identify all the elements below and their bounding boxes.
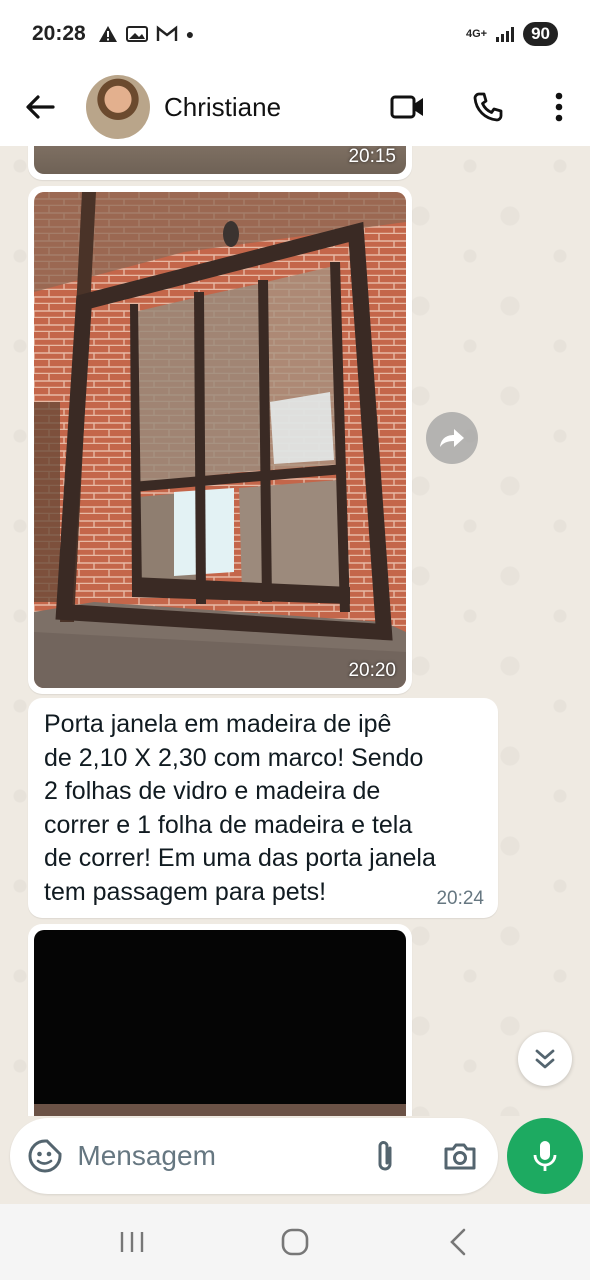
system-icons: 4G+ 90 bbox=[466, 22, 558, 46]
dot-icon: ● bbox=[185, 26, 195, 42]
image-thumbnail[interactable]: 20:15 bbox=[34, 146, 406, 174]
scroll-to-bottom-button[interactable] bbox=[518, 1032, 572, 1086]
gmail-icon bbox=[156, 25, 177, 41]
status-time: 20:28 bbox=[32, 22, 86, 45]
forward-icon bbox=[440, 429, 464, 447]
message-text: Porta janela em madeira de ipê de 2,10 X… bbox=[44, 710, 436, 906]
double-chevron-down-icon bbox=[535, 1049, 555, 1069]
camera-icon bbox=[444, 1143, 476, 1170]
more-options-button[interactable] bbox=[528, 68, 590, 146]
status-bar: 20:28 ● 4G+ 90 bbox=[0, 0, 590, 68]
door-image bbox=[34, 192, 406, 688]
recent-apps-icon bbox=[120, 1232, 143, 1252]
message-input-bar bbox=[10, 1118, 498, 1194]
video-camera-icon bbox=[390, 95, 423, 119]
photo-icon bbox=[125, 26, 148, 42]
image-message-next[interactable] bbox=[28, 924, 412, 1116]
text-message[interactable]: Porta janela em madeira de ipê de 2,10 X… bbox=[28, 698, 498, 918]
image-thumbnail[interactable] bbox=[34, 930, 406, 1116]
paperclip-icon bbox=[378, 1141, 392, 1171]
network-label: 4G+ bbox=[465, 27, 488, 40]
image-message-previous[interactable]: 20:15 bbox=[28, 146, 412, 180]
system-navigation-bar bbox=[0, 1204, 590, 1280]
header-actions bbox=[368, 68, 590, 146]
voice-message-button[interactable] bbox=[507, 1118, 583, 1194]
signal-icon bbox=[496, 27, 515, 42]
battery-indicator: 90 bbox=[523, 22, 558, 46]
image-bottom-strip bbox=[34, 1104, 406, 1116]
sticker-icon bbox=[28, 1139, 62, 1173]
message-time: 20:20 bbox=[348, 660, 396, 681]
video-call-button[interactable] bbox=[368, 68, 448, 146]
message-input[interactable] bbox=[77, 1140, 348, 1172]
microphone-icon bbox=[533, 1141, 557, 1171]
chat-header: Christiane bbox=[0, 68, 590, 146]
message-time: 20:24 bbox=[436, 888, 484, 909]
camera-button[interactable] bbox=[423, 1141, 498, 1171]
chevron-left-icon bbox=[450, 1228, 466, 1256]
home-button[interactable] bbox=[255, 1212, 335, 1272]
back-button[interactable] bbox=[0, 68, 80, 146]
contact-name[interactable]: Christiane bbox=[164, 92, 281, 123]
home-icon bbox=[281, 1228, 309, 1256]
image-message[interactable]: 20:20 bbox=[28, 186, 412, 694]
voice-call-button[interactable] bbox=[448, 68, 528, 146]
forward-button[interactable] bbox=[426, 412, 478, 464]
phone-icon bbox=[473, 92, 503, 122]
notification-icons: ● bbox=[98, 25, 194, 43]
emoji-button[interactable] bbox=[12, 1138, 77, 1174]
attach-button[interactable] bbox=[347, 1138, 422, 1174]
door-photo[interactable]: 20:20 bbox=[34, 192, 406, 688]
arrow-left-icon bbox=[26, 95, 55, 119]
more-vertical-icon bbox=[555, 92, 563, 122]
recent-apps-button[interactable] bbox=[92, 1212, 172, 1272]
alert-icon bbox=[98, 26, 117, 42]
message-time: 20:15 bbox=[348, 146, 396, 167]
avatar[interactable] bbox=[86, 75, 150, 139]
chat-area[interactable]: 20:15 20:20 Porta janela em madeira de i… bbox=[0, 146, 590, 1116]
system-back-button[interactable] bbox=[418, 1212, 498, 1272]
